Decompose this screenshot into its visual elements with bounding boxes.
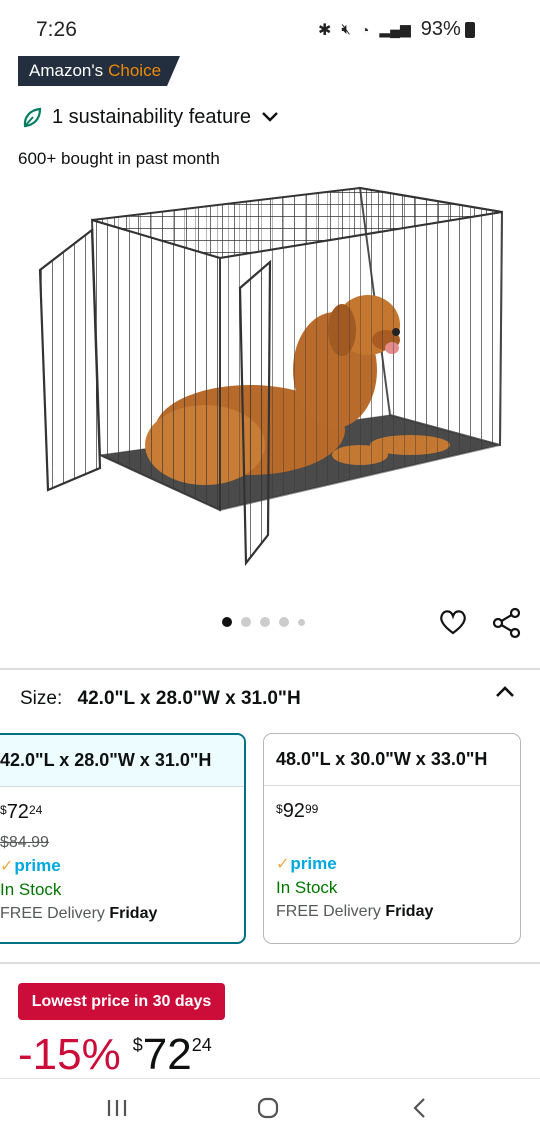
stock-status: In Stock <box>0 880 62 899</box>
prime-check-icon: ✓ <box>0 858 14 875</box>
status-time: 7:26 <box>36 18 77 41</box>
option-price: $72 24 <box>0 801 43 823</box>
status-bar: 7:26 ✱ 🔇︎ ◔ ▂▄▆ 93% <box>0 0 540 56</box>
option-list-price: $84.99 <box>0 834 49 851</box>
leaf-icon <box>22 107 42 129</box>
section-divider <box>0 962 540 964</box>
carousel-dot[interactable] <box>260 617 270 627</box>
deal-price: $72 24 <box>132 1030 212 1079</box>
size-label: Size: <box>20 688 63 709</box>
stock-status: In Stock <box>276 878 338 897</box>
section-divider <box>0 668 540 670</box>
deal-price-row: -15% $72 24 <box>18 1029 212 1081</box>
lowest-price-badge: Lowest price in 30 days <box>18 983 225 1020</box>
choice-badge-prefix: Amazon's <box>29 61 104 80</box>
chevron-up-icon[interactable] <box>494 684 516 705</box>
size-option-title: 48.0"L x 30.0"W x 33.0"H <box>264 734 520 786</box>
bluetooth-icon: ✱ <box>318 21 332 39</box>
choice-badge-accent: Choice <box>108 61 162 80</box>
carousel-dot[interactable] <box>222 617 232 627</box>
option-price: $92 99 <box>276 800 319 822</box>
battery-icon <box>464 21 475 38</box>
product-image[interactable] <box>30 180 510 580</box>
delivery-info: FREE Delivery Friday <box>276 903 434 920</box>
carousel-dot[interactable] <box>241 617 251 627</box>
battery-indicator: ✱ 🔇︎ ◔ ▂▄▆ 93% <box>318 18 475 41</box>
home-icon[interactable] <box>256 1097 280 1124</box>
image-carousel-dots[interactable] <box>222 617 305 627</box>
discount-percent: -15% <box>18 1030 121 1079</box>
prime-badge: ✓ prime <box>276 854 337 873</box>
back-icon[interactable] <box>410 1097 430 1124</box>
mute-icon: 🔇︎ <box>341 21 351 38</box>
size-option-card[interactable]: 42.0"L x 28.0"W x 31.0"H $72 24 $84.99 ✓ p… <box>0 733 246 944</box>
delivery-info: FREE Delivery Friday <box>0 905 158 922</box>
size-value: 42.0"L x 28.0"W x 31.0"H <box>77 688 301 709</box>
amazons-choice-badge[interactable]: Amazon's Choice <box>18 56 180 86</box>
system-nav-bar <box>0 1078 540 1140</box>
share-icon[interactable] <box>491 607 523 644</box>
sustainability-feature-toggle[interactable]: 1 sustainability feature <box>22 106 279 129</box>
recent-apps-icon[interactable] <box>106 1097 128 1124</box>
size-selector-header[interactable]: Size: 42.0"L x 28.0"W x 31.0"H <box>20 688 301 710</box>
battery-percent: 93% <box>420 18 461 40</box>
prime-badge: ✓ prime <box>0 856 61 875</box>
wifi-icon: ◔ <box>360 21 370 38</box>
carousel-dot[interactable] <box>279 617 289 627</box>
signal-icon: ▂▄▆ <box>379 21 411 37</box>
carousel-dot[interactable] <box>298 618 305 626</box>
bought-count: 600+ bought in past month <box>18 149 220 168</box>
chevron-down-icon <box>261 106 279 129</box>
size-option-title: 42.0"L x 28.0"W x 31.0"H <box>0 735 244 787</box>
sustainability-label: 1 sustainability feature <box>52 106 252 128</box>
size-option-card[interactable]: 48.0"L x 30.0"W x 33.0"H $92 99 ✓ prime In… <box>263 733 521 944</box>
prime-check-icon: ✓ <box>276 856 290 873</box>
heart-icon[interactable] <box>438 607 468 642</box>
